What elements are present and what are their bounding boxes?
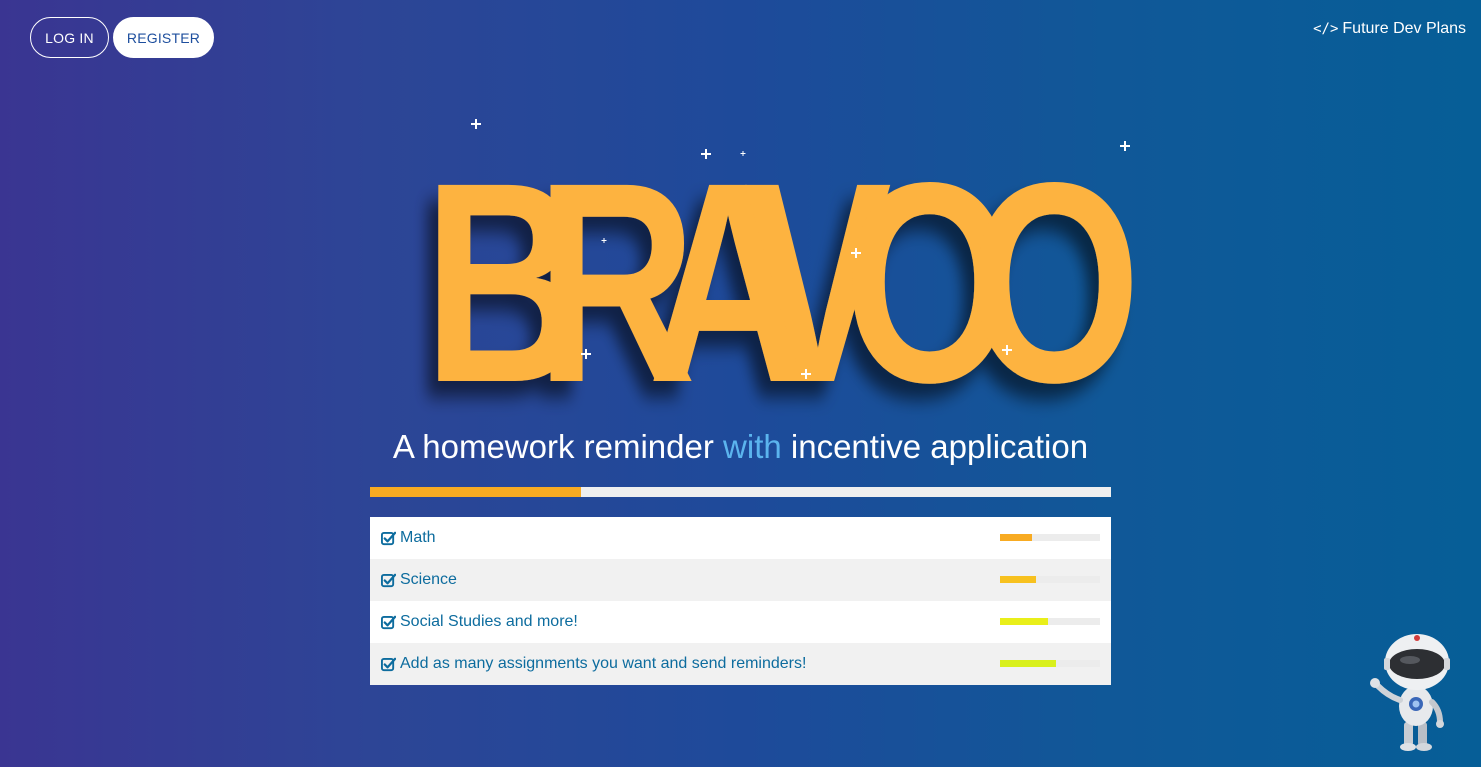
- check-square-icon: [381, 531, 396, 545]
- hero-progress-fill: [370, 487, 582, 497]
- robot-icon: [1370, 634, 1450, 751]
- check-square-icon: [381, 573, 396, 587]
- check-square-icon: [381, 657, 396, 671]
- feature-progress-bar: [1000, 660, 1100, 667]
- feature-progress-fill: [1000, 618, 1048, 625]
- check-square-icon: [381, 615, 396, 629]
- feature-label: Science: [400, 571, 457, 588]
- feature-row: Math: [370, 517, 1111, 559]
- feature-label: Add as many assignments you want and sen…: [400, 655, 807, 672]
- feature-progress-bar: [1000, 618, 1100, 625]
- tagline-part: incentive application: [781, 428, 1089, 465]
- feature-row: Science: [370, 559, 1111, 601]
- feature-progress-fill: [1000, 576, 1036, 583]
- tagline-highlight: with: [723, 428, 782, 465]
- feature-row: Social Studies and more!: [370, 601, 1111, 643]
- feature-progress-fill: [1000, 660, 1056, 667]
- feature-progress-fill: [1000, 534, 1032, 541]
- tagline-part: A homework reminder: [392, 428, 724, 465]
- logo-text: BRAVOO: [423, 125, 1132, 420]
- hero-progress-bar: [370, 487, 1111, 497]
- tagline: A homework reminder with incentive appli…: [370, 428, 1111, 466]
- bravoo-logo: BRAVOO: [423, 119, 1181, 420]
- feature-progress-bar: [1000, 576, 1100, 583]
- feature-list: Math Science Social Studies and more! Add a…: [370, 517, 1111, 685]
- feature-label: Math: [400, 529, 436, 546]
- feature-row: Add as many assignments you want and sen…: [370, 643, 1111, 685]
- feature-label: Social Studies and more!: [400, 613, 578, 630]
- feature-progress-bar: [1000, 534, 1100, 541]
